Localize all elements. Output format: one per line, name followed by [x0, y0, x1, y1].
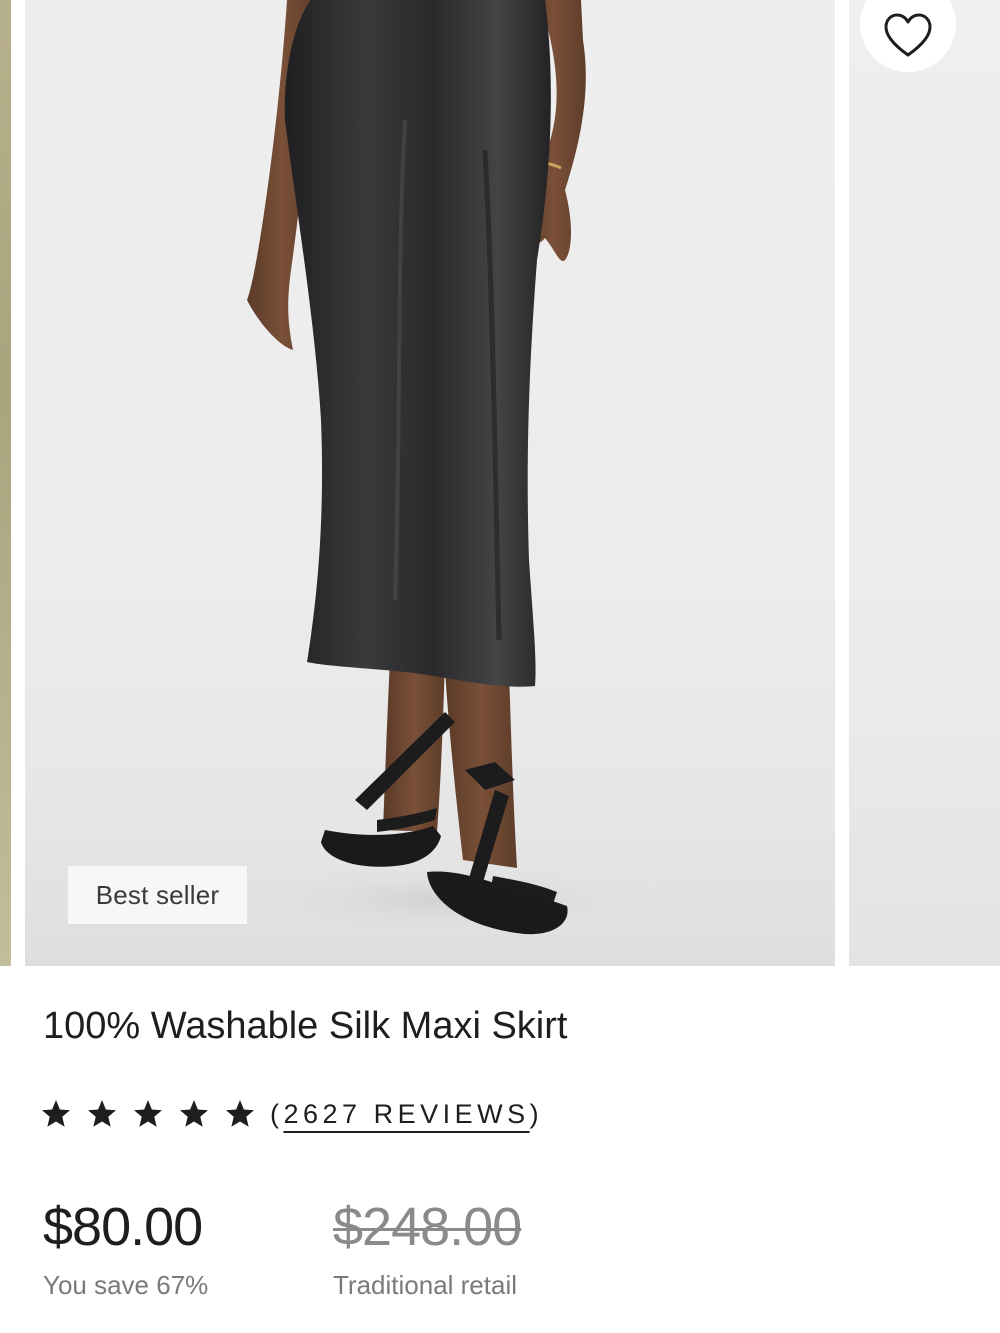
product-image[interactable]: Best seller	[25, 0, 835, 966]
star-icon	[180, 1100, 208, 1127]
product-image-carousel[interactable]: Best seller	[0, 0, 1000, 966]
next-slide-peek[interactable]	[849, 0, 1000, 966]
rating-row: (2627 REVIEWS)	[40, 1092, 543, 1136]
sale-price: $80.00	[43, 1197, 203, 1257]
original-price-label: Traditional retail	[333, 1270, 518, 1300]
reviews-open-paren: (	[270, 1098, 284, 1129]
reviews-count: (2627 REVIEWS)	[270, 1099, 543, 1130]
star-icon	[88, 1100, 116, 1127]
original-price: $248.00	[333, 1197, 522, 1257]
reviews-link[interactable]: 2627 REVIEWS	[284, 1099, 530, 1129]
star-icon	[42, 1100, 70, 1127]
heart-outline-icon	[884, 13, 932, 57]
best-seller-badge: Best seller	[68, 866, 247, 924]
product-title: 100% Washable Silk Maxi Skirt	[43, 1005, 568, 1047]
product-photo	[205, 0, 685, 940]
star-rating	[40, 1098, 256, 1130]
star-icon	[134, 1100, 162, 1127]
savings-text: You save 67%	[43, 1270, 209, 1300]
reviews-close-paren: )	[529, 1098, 544, 1129]
star-icon	[226, 1100, 254, 1127]
previous-slide-peek[interactable]	[0, 0, 11, 966]
